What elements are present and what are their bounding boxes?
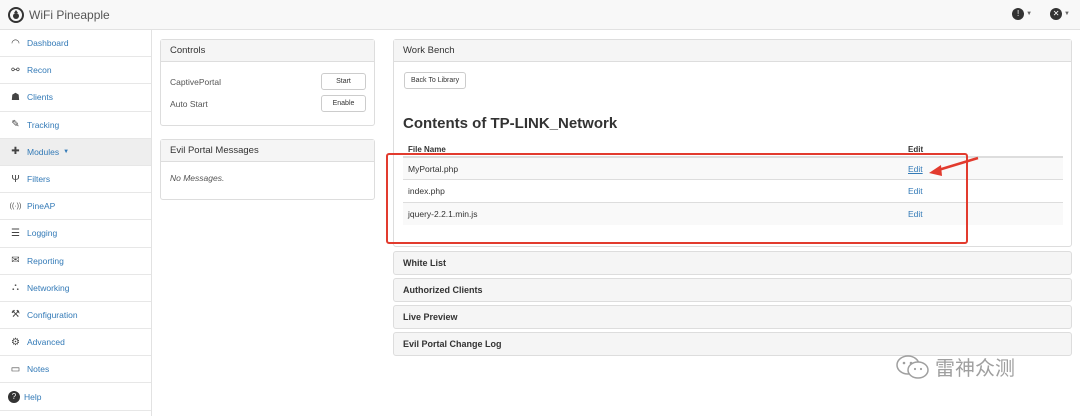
- watermark: 雷神众测: [895, 352, 1015, 381]
- sidebar-item-label: Recon: [27, 65, 52, 76]
- chevron-down-icon: ▼: [1064, 11, 1070, 17]
- white-list-section[interactable]: White List: [393, 251, 1072, 275]
- sidebar-item-label: Advanced: [27, 337, 65, 348]
- wechat-icon: [896, 354, 929, 379]
- log-icon: ☰: [11, 227, 20, 239]
- wrench-icon: ⚒: [11, 309, 20, 321]
- app-title: WiFi Pineapple: [29, 8, 110, 22]
- edit-link[interactable]: Edit: [908, 209, 923, 219]
- sidebar-item-label: Networking: [27, 282, 70, 293]
- sidebar-item-networking[interactable]: ⛬ Networking: [0, 275, 151, 302]
- sidebar-item-label: Help: [24, 391, 42, 402]
- captive-portal-label: CaptivePortal: [170, 77, 222, 87]
- live-preview-section[interactable]: Live Preview: [393, 305, 1072, 329]
- sidebar-item-label: Clients: [27, 92, 53, 103]
- table-row: index.php Edit: [403, 179, 1063, 202]
- exclamation-icon: !: [1012, 8, 1025, 20]
- sidebar-item-logging[interactable]: ☰ Logging: [0, 220, 151, 248]
- sidebar-item-tracking[interactable]: ✎ Tracking: [0, 112, 151, 139]
- binoculars-icon: ⚯: [11, 64, 20, 76]
- workbench-title: Work Bench: [394, 40, 1071, 62]
- broadcast-icon: ((·)): [9, 202, 22, 210]
- sidebar-item-filters[interactable]: Ψ Filters: [0, 166, 151, 194]
- close-menu[interactable]: ✕ ▼: [1050, 8, 1070, 20]
- table-row: jquery-2.2.1.min.js Edit: [403, 201, 1063, 225]
- filter-icon: Ψ: [11, 173, 20, 185]
- notes-icon: ▭: [10, 363, 21, 375]
- sidebar-item-label: Modules: [27, 146, 60, 157]
- file-name: index.php: [403, 179, 903, 202]
- sidebar-item-label: PineAP: [27, 201, 56, 212]
- sidebar-item-label: Notes: [27, 364, 50, 375]
- puzzle-icon: ✚: [11, 146, 20, 158]
- sidebar-item-label: Tracking: [27, 119, 60, 130]
- watermark-text: 雷神众测: [935, 356, 1015, 380]
- back-to-library-button[interactable]: Back To Library: [404, 72, 467, 89]
- gears-icon: ⚙: [11, 336, 20, 348]
- edit-link[interactable]: Edit: [908, 186, 923, 196]
- reporting-icon: ✉: [11, 255, 20, 267]
- sidebar-item-label: Dashboard: [27, 38, 69, 49]
- sidebar-item-help[interactable]: ? Help: [0, 383, 151, 411]
- help-icon: ?: [8, 390, 20, 403]
- controls-panel: Controls CaptivePortal Start Auto Start …: [160, 39, 375, 126]
- users-icon: ☗: [11, 91, 20, 103]
- sidebar-item-label: Reporting: [27, 255, 64, 266]
- messages-panel: Evil Portal Messages No Messages.: [160, 139, 375, 200]
- sidebar-item-label: Logging: [27, 228, 58, 239]
- sidebar-item-configuration[interactable]: ⚒ Configuration: [0, 302, 151, 330]
- sidebar-item-clients[interactable]: ☗ Clients: [0, 84, 151, 112]
- annotation-arrow-icon: [929, 156, 979, 176]
- sidebar-item-notes[interactable]: ▭ Notes: [0, 356, 151, 384]
- sidebar-item-advanced[interactable]: ⚙ Advanced: [0, 329, 151, 357]
- sidebar-item-recon[interactable]: ⚯ Recon: [0, 57, 151, 85]
- tracking-icon: ✎: [11, 119, 20, 131]
- sidebar-item-label: Filters: [27, 174, 51, 185]
- file-name: jquery-2.2.1.min.js: [403, 201, 903, 225]
- sidebar-item-modules[interactable]: ✚ Modules ▼: [0, 138, 151, 166]
- controls-title: Controls: [161, 40, 374, 62]
- start-button[interactable]: Start: [321, 73, 366, 90]
- sidebar-item-dashboard[interactable]: ◠ Dashboard: [0, 30, 151, 58]
- no-messages-text: No Messages.: [170, 173, 225, 183]
- messages-title: Evil Portal Messages: [161, 140, 374, 162]
- authorized-clients-section[interactable]: Authorized Clients: [393, 278, 1072, 302]
- network-icon: ⛬: [12, 282, 19, 294]
- contents-heading: Contents of TP-LINK_Network: [403, 115, 618, 132]
- enable-button[interactable]: Enable: [321, 95, 366, 112]
- file-name: MyPortal.php: [403, 156, 903, 180]
- brand[interactable]: WiFi Pineapple: [8, 7, 110, 23]
- pineapple-logo-icon: [8, 7, 24, 23]
- close-icon: ✕: [1050, 8, 1063, 20]
- notifications-menu[interactable]: ! ▼: [1012, 8, 1032, 20]
- column-header-file-name: File Name: [403, 142, 903, 158]
- chevron-down-icon: ▼: [63, 148, 70, 155]
- sidebar-item-pineap[interactable]: ((·)) PineAP: [0, 193, 151, 221]
- sidebar-item-label: Configuration: [27, 309, 78, 320]
- edit-link[interactable]: Edit: [908, 164, 923, 174]
- top-navbar: WiFi Pineapple ! ▼ ✕ ▼: [0, 0, 1080, 30]
- sidebar-item-reporting[interactable]: ✉ Reporting: [0, 248, 151, 275]
- sidebar: ◠ Dashboard ⚯ Recon ☗ Clients ✎ Tracking ✚ Mo…: [0, 30, 152, 416]
- chevron-down-icon: ▼: [1026, 11, 1033, 17]
- dashboard-icon: ◠: [11, 37, 20, 49]
- auto-start-label: Auto Start: [170, 99, 208, 109]
